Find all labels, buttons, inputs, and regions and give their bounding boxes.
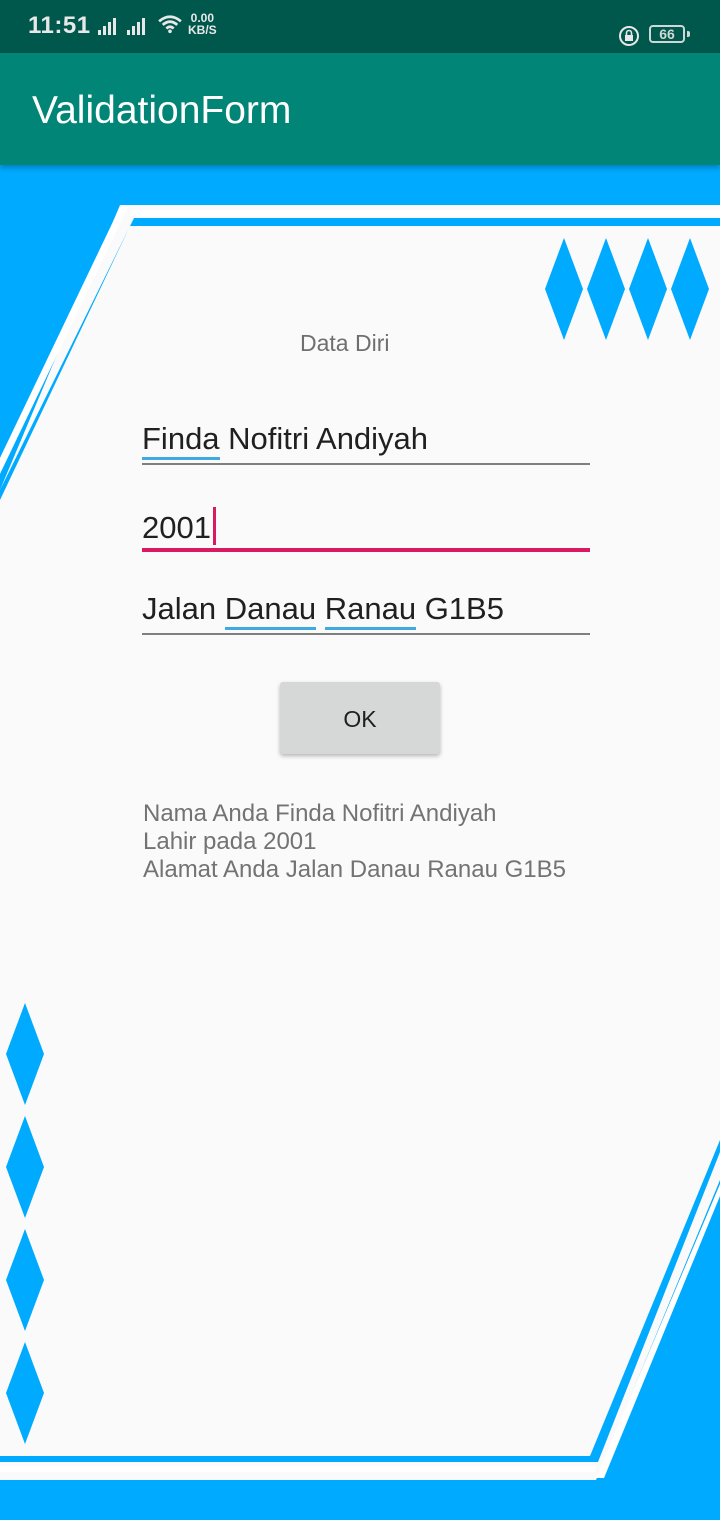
address-field[interactable]: Jalan Danau Ranau G1B5 bbox=[142, 591, 590, 635]
year-field[interactable]: 2001 bbox=[142, 507, 590, 552]
year-underline-focused bbox=[142, 548, 590, 552]
address-part: Jalan bbox=[142, 591, 225, 626]
name-field[interactable]: Finda Nofitri Andiyah bbox=[142, 421, 590, 465]
app-bar: ValidationForm bbox=[0, 53, 720, 165]
spellcheck-word: Ranau bbox=[324, 591, 417, 630]
ok-button[interactable]: OK bbox=[280, 682, 440, 754]
address-part: G1B5 bbox=[416, 591, 504, 626]
form-header: Data Diri bbox=[300, 330, 390, 356]
name-rest: Nofitri Andiyah bbox=[219, 421, 429, 456]
text-cursor bbox=[212, 507, 216, 545]
form-content: Data Diri Finda Nofitri Andiyah 2001 Jal… bbox=[0, 0, 720, 1520]
spellcheck-word: Danau bbox=[224, 591, 317, 630]
address-part bbox=[316, 591, 325, 626]
year-input[interactable]: 2001 bbox=[142, 507, 590, 546]
name-underline bbox=[142, 463, 590, 465]
result-birth: Lahir pada 2001 bbox=[143, 828, 317, 855]
result-text: Nama Anda Finda Nofitri Andiyah Lahir pa… bbox=[143, 800, 566, 884]
result-name: Nama Anda Finda Nofitri Andiyah bbox=[143, 800, 497, 827]
name-input[interactable]: Finda Nofitri Andiyah bbox=[142, 421, 590, 460]
address-underline bbox=[142, 633, 590, 635]
spellcheck-word: Finda bbox=[142, 421, 220, 460]
address-input[interactable]: Jalan Danau Ranau G1B5 bbox=[142, 591, 590, 630]
app-title: ValidationForm bbox=[32, 89, 292, 132]
result-address: Alamat Anda Jalan Danau Ranau G1B5 bbox=[143, 856, 566, 883]
year-value: 2001 bbox=[142, 510, 211, 545]
